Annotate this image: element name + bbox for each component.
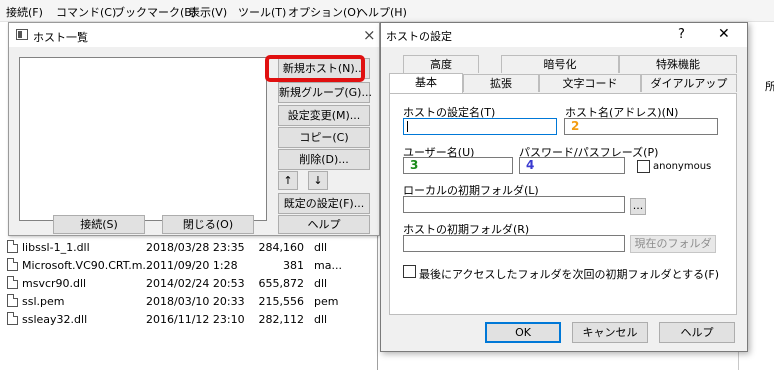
tab-basic[interactable]: 基本 — [389, 73, 463, 93]
file-name: ssl.pem — [22, 295, 65, 308]
tab-encryption[interactable]: 暗号化 — [501, 55, 619, 73]
file-name: Microsoft.VC90.CRT.m... — [22, 259, 153, 272]
file-row[interactable]: libssl-1_1.dll 2018/03/28 23:35 284,160 … — [0, 238, 378, 256]
host-setting-name-input[interactable] — [403, 118, 557, 135]
window-icon — [16, 29, 28, 40]
file-size: 381 — [283, 259, 304, 272]
file-date: 2018/03/10 20:33 — [146, 295, 245, 308]
file-icon — [7, 312, 18, 325]
anonymous-checkbox[interactable] — [637, 160, 650, 173]
close-icon[interactable]: × — [363, 26, 376, 44]
tab-special[interactable]: 特殊機能 — [619, 55, 737, 73]
file-icon — [7, 276, 18, 289]
file-size: 284,160 — [258, 241, 305, 254]
menu-view[interactable]: 表示(V) — [189, 4, 227, 20]
menu-bookmark[interactable]: ブックマーク(B) — [114, 4, 196, 20]
file-name: ssleay32.dll — [22, 313, 88, 326]
file-date: 2014/02/24 20:53 — [146, 277, 245, 290]
last-folder-checkbox[interactable] — [403, 265, 416, 278]
password-input[interactable]: 4 — [519, 157, 625, 174]
menu-connect[interactable]: 接続(F) — [6, 4, 43, 20]
host-list-box[interactable] — [19, 57, 267, 221]
connect-button[interactable]: 接続(S) — [53, 215, 145, 234]
last-folder-label: 最後にアクセスしたフォルダを次回の初期フォルダとする(F) — [419, 268, 720, 281]
file-row[interactable]: msvcr90.dll 2014/02/24 20:53 655,872 dll — [0, 274, 378, 292]
file-icon — [7, 240, 18, 253]
change-settings-button[interactable]: 設定変更(M)... — [278, 105, 370, 126]
menu-bar: 接続(F) コマンド(C) ブックマーク(B) 表示(V) ツール(T) オプシ… — [0, 0, 774, 22]
text-caret — [407, 121, 408, 132]
file-name: msvcr90.dll — [22, 277, 87, 290]
default-settings-button[interactable]: 既定の設定(F)... — [278, 193, 370, 214]
file-date: 2011/09/20 1:28 — [146, 259, 238, 272]
new-group-button[interactable]: 新規グループ(G)... — [278, 82, 372, 103]
close-button[interactable]: 閉じる(O) — [162, 215, 254, 234]
host-folder-input[interactable] — [403, 235, 625, 252]
browse-button[interactable]: ... — [630, 198, 646, 215]
host-name-input[interactable]: 2 — [564, 118, 718, 135]
file-type: dll — [314, 277, 328, 290]
file-type: dll — [314, 313, 328, 326]
move-up-button[interactable]: ↑ — [278, 171, 298, 190]
menu-options[interactable]: オプション(O) — [288, 4, 360, 20]
delete-button[interactable]: 削除(D)... — [278, 149, 370, 170]
tab-extended[interactable]: 拡張 — [463, 74, 539, 92]
file-size: 215,556 — [258, 295, 305, 308]
help-button[interactable]: ヘルプ — [659, 322, 735, 343]
host-settings-dialog: ホストの設定 ? ✕ 高度 暗号化 特殊機能 基本 拡張 文字コード ダイアルア… — [380, 22, 748, 352]
file-date: 2016/11/12 23:10 — [146, 313, 245, 326]
menu-command[interactable]: コマンド(C) — [56, 4, 116, 20]
menu-tools[interactable]: ツール(T) — [238, 4, 286, 20]
host-settings-titlebar[interactable]: ホストの設定 ? ✕ — [381, 23, 747, 47]
local-folder-input[interactable] — [403, 196, 625, 213]
username-input[interactable]: 3 — [403, 157, 513, 174]
file-row[interactable]: ssl.pem 2018/03/10 20:33 215,556 pem — [0, 292, 378, 310]
help-icon[interactable]: ? — [678, 27, 685, 42]
file-name: libssl-1_1.dll — [22, 241, 90, 254]
file-icon — [7, 294, 18, 307]
move-down-button[interactable]: ↓ — [308, 171, 328, 190]
host-list-title: ホスト一覧 — [33, 31, 88, 44]
column-header-fragment: 所 — [765, 80, 774, 93]
anonymous-label: anonymous — [653, 161, 712, 172]
cancel-button[interactable]: キャンセル — [572, 322, 648, 343]
host-list-titlebar[interactable]: ホスト一覧 × — [9, 23, 379, 47]
menu-help[interactable]: ヘルプ(H) — [357, 4, 407, 20]
ok-button[interactable]: OK — [485, 322, 561, 343]
host-settings-title: ホストの設定 — [386, 30, 452, 43]
file-type: dll — [314, 241, 328, 254]
highlight-annotation — [265, 55, 365, 82]
file-icon — [7, 258, 18, 271]
file-size: 655,872 — [258, 277, 305, 290]
file-row[interactable]: ssleay32.dll 2016/11/12 23:10 282,112 dl… — [0, 310, 378, 328]
tab-charset[interactable]: 文字コード — [539, 74, 641, 92]
file-type: ma... — [314, 259, 342, 272]
current-folder-button[interactable]: 現在のフォルダ — [630, 235, 716, 253]
copy-button[interactable]: コピー(C) — [278, 127, 370, 148]
close-icon[interactable]: ✕ — [718, 26, 730, 42]
tab-advanced[interactable]: 高度 — [403, 55, 479, 73]
file-date: 2018/03/28 23:35 — [146, 241, 245, 254]
file-size: 282,112 — [258, 313, 305, 326]
help-button[interactable]: ヘルプ — [278, 215, 370, 234]
file-type: pem — [314, 295, 339, 308]
tab-dialup[interactable]: ダイアルアップ — [641, 74, 737, 92]
file-row[interactable]: Microsoft.VC90.CRT.m... 2011/09/20 1:28 … — [0, 256, 378, 274]
